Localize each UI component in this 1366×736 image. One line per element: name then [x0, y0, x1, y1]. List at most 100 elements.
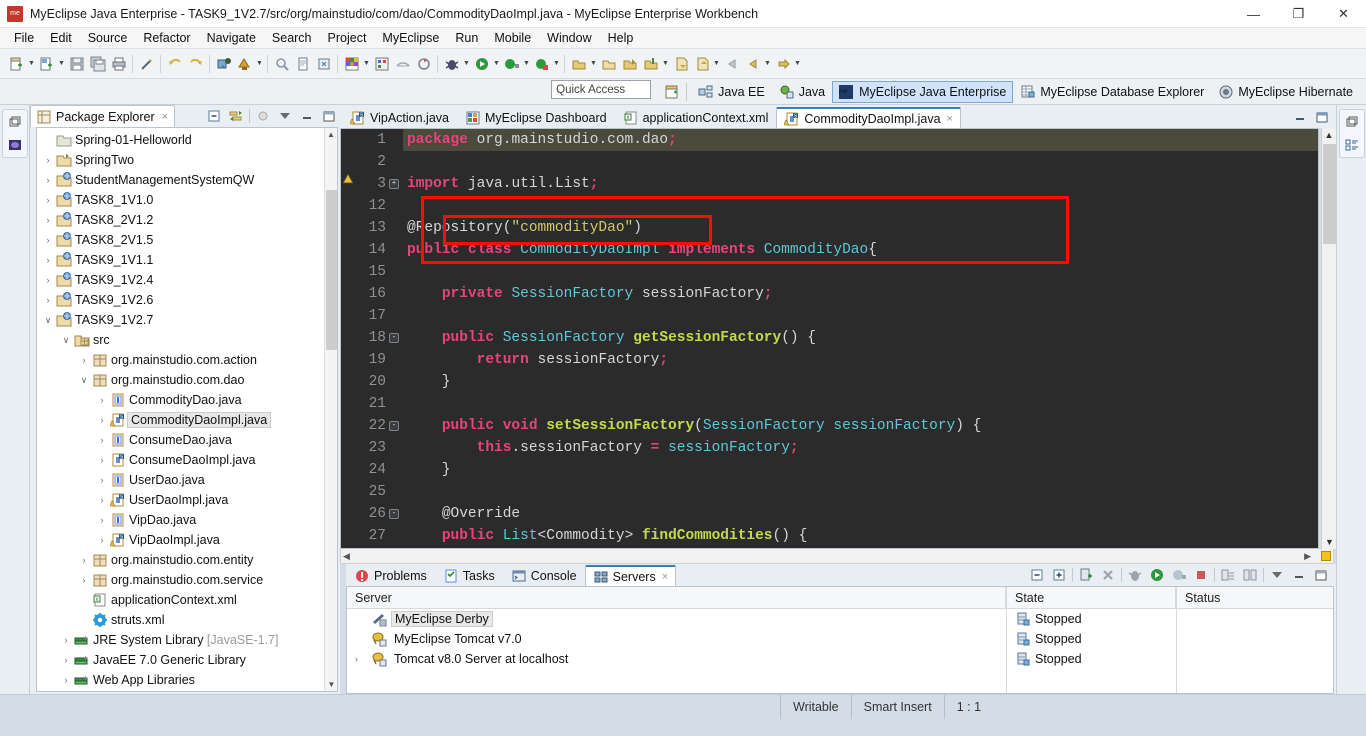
quick-access-input[interactable]: Quick Access: [551, 80, 652, 99]
editor-overview-marker[interactable]: [1321, 551, 1331, 561]
editor-tab-commoditydaoimpl-java[interactable]: S CommodityDaoImpl.java ×: [776, 107, 961, 128]
tree-twisty[interactable]: ›: [77, 555, 91, 565]
chevron-down-icon[interactable]: ▼: [522, 53, 531, 75]
tree-item-org-mainstudio-com-service[interactable]: › org.mainstudio.com.service: [37, 570, 324, 590]
column-header-server[interactable]: Server: [347, 587, 1006, 609]
editor-tab-myeclipse-dashboard[interactable]: MyEclipse Dashboard: [457, 107, 615, 128]
save-icon[interactable]: [66, 53, 87, 75]
chevron-down-icon[interactable]: ▼: [552, 53, 561, 75]
tree-twisty[interactable]: ›: [95, 435, 109, 445]
tree-item-task9-1v2-7[interactable]: ∨ TASK9_1V2.7: [37, 310, 324, 330]
save-all-icon[interactable]: [87, 53, 108, 75]
tree-item-org-mainstudio-com-dao[interactable]: ∨ org.mainstudio.com.dao: [37, 370, 324, 390]
toggle-mark-occurrences-icon[interactable]: [136, 53, 157, 75]
focus-on-active-task-icon[interactable]: [252, 106, 274, 126]
tree-twisty[interactable]: ›: [95, 415, 109, 425]
tree-twisty[interactable]: ∨: [59, 335, 73, 346]
minimize-icon[interactable]: [1289, 107, 1311, 127]
chevron-down-icon[interactable]: ▼: [27, 53, 36, 75]
tree-vertical-scrollbar[interactable]: ▲ ▼: [324, 128, 337, 691]
code-line[interactable]: public List<Commodity> findCommodities()…: [403, 525, 1318, 547]
next-edit-location-icon[interactable]: [691, 53, 712, 75]
run-icon[interactable]: [471, 53, 492, 75]
publish-icon[interactable]: [1217, 565, 1239, 585]
tree-item-vipdao-java[interactable]: › VipDao.java: [37, 510, 324, 530]
code-line[interactable]: return sessionFactory;: [403, 349, 1318, 371]
tree-item-task9-1v1-1[interactable]: › TASK9_1V1.1: [37, 250, 324, 270]
tree-item-src[interactable]: ∨ src: [37, 330, 324, 350]
column-header-status[interactable]: Status: [1177, 587, 1333, 609]
fold-toggle-icon[interactable]: -: [389, 333, 399, 343]
forward-icon[interactable]: [742, 53, 763, 75]
tree-item-task9-1v2-4[interactable]: › TASK9_1V2.4: [37, 270, 324, 290]
maximize-icon[interactable]: [318, 106, 340, 126]
tree-twisty[interactable]: ›: [77, 355, 91, 365]
tree-item-consumedao-java[interactable]: › ConsumeDao.java: [37, 430, 324, 450]
tree-twisty[interactable]: ›: [41, 195, 55, 205]
menu-item-window[interactable]: Window: [539, 29, 599, 47]
chevron-down-icon[interactable]: ▼: [255, 53, 264, 75]
database-explorer-icon[interactable]: [341, 53, 362, 75]
code-line[interactable]: [403, 393, 1318, 415]
tree-twisty[interactable]: ›: [41, 275, 55, 285]
scroll-up-icon[interactable]: ▲: [1322, 128, 1336, 142]
code-line[interactable]: package org.mainstudio.com.dao;: [403, 129, 1318, 151]
scroll-left-icon[interactable]: ◀: [343, 551, 350, 562]
sync-icon[interactable]: [1239, 565, 1261, 585]
next-icon[interactable]: [772, 53, 793, 75]
tree-twisty[interactable]: ›: [95, 475, 109, 485]
tree-item-org-mainstudio-com-action[interactable]: › org.mainstudio.com.action: [37, 350, 324, 370]
new-wizard-icon[interactable]: [6, 53, 27, 75]
perspective-myeclipse-java-enterprise[interactable]: me MyEclipse Java Enterprise: [832, 80, 1014, 103]
tree-item-task8-1v1-0[interactable]: › TASK8_1V1.0: [37, 190, 324, 210]
outline-icon[interactable]: [1343, 136, 1361, 154]
sync-icon[interactable]: [413, 53, 434, 75]
myeclipse-explorer-icon[interactable]: [6, 136, 24, 154]
perspective-myeclipse-database-explorer[interactable]: MyEclipse Database Explorer: [1013, 81, 1211, 103]
new-server-icon[interactable]: [1075, 565, 1097, 585]
tree-item-studentmanagementsystemqw[interactable]: › StudentManagementSystemQW: [37, 170, 324, 190]
close-icon[interactable]: ×: [662, 571, 668, 583]
tree-twisty[interactable]: ›: [41, 295, 55, 305]
run-server-icon[interactable]: [234, 53, 255, 75]
view-menu-icon[interactable]: [274, 106, 296, 126]
code-line[interactable]: @Repository("commodityDao"): [403, 217, 1318, 239]
tree-twisty[interactable]: ›: [95, 395, 109, 405]
editor-horizontal-scrollbar[interactable]: ◀ ▶: [340, 549, 1334, 564]
hibernate-icon[interactable]: [371, 53, 392, 75]
scroll-thumb[interactable]: [326, 190, 337, 350]
menu-item-search[interactable]: Search: [264, 29, 320, 47]
tree-item-userdao-java[interactable]: › UserDao.java: [37, 470, 324, 490]
tree-twisty[interactable]: ›: [41, 175, 55, 185]
maximize-icon[interactable]: [1310, 565, 1332, 585]
search-icon[interactable]: [271, 53, 292, 75]
tree-twisty[interactable]: ›: [59, 635, 73, 645]
scroll-down-icon[interactable]: ▼: [1322, 535, 1337, 549]
open-resource-icon[interactable]: [292, 53, 313, 75]
chevron-down-icon[interactable]: ▼: [793, 53, 802, 75]
tree-twisty[interactable]: ∨: [77, 375, 91, 386]
tree-twisty[interactable]: ›: [95, 535, 109, 545]
tree-twisty[interactable]: ›: [59, 655, 73, 665]
maximize-icon[interactable]: [1311, 107, 1333, 127]
minimize-icon[interactable]: [1288, 565, 1310, 585]
undo-icon[interactable]: [164, 53, 185, 75]
back-icon[interactable]: [721, 53, 742, 75]
tree-item-spring-01-helloworld[interactable]: Spring-01-Helloworld: [37, 130, 324, 150]
link-with-editor-icon[interactable]: [225, 106, 247, 126]
tree-twisty[interactable]: ›: [41, 215, 55, 225]
tree-twisty[interactable]: ›: [59, 675, 73, 685]
warning-marker-icon[interactable]: [342, 173, 354, 188]
code-line[interactable]: }: [403, 459, 1318, 481]
column-header-state[interactable]: State: [1007, 587, 1176, 609]
menu-item-source[interactable]: Source: [80, 29, 136, 47]
tree-twisty[interactable]: ›: [77, 575, 91, 585]
expand-all-icon[interactable]: [1048, 565, 1070, 585]
minimize-icon[interactable]: [296, 106, 318, 126]
tree-twisty[interactable]: ›: [41, 235, 55, 245]
menu-item-help[interactable]: Help: [600, 29, 642, 47]
restore-icon[interactable]: [1343, 113, 1361, 131]
close-button[interactable]: ✕: [1321, 0, 1366, 28]
tree-twisty[interactable]: ∨: [41, 315, 55, 326]
chevron-down-icon[interactable]: ▼: [492, 53, 501, 75]
